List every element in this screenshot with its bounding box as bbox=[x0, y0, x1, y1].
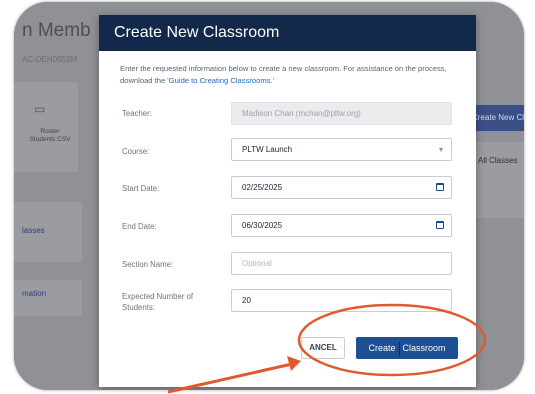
highlight-circle bbox=[297, 303, 487, 377]
annotation-overlay bbox=[167, 303, 487, 394]
pointer-arrow-head bbox=[287, 356, 301, 371]
pointer-arrow-line bbox=[167, 362, 293, 394]
